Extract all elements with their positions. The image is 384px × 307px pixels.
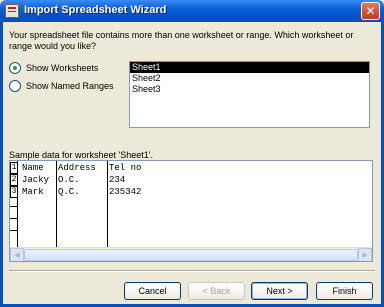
show-worksheets-option[interactable]: Show Worksheets [9,62,98,74]
cancel-button[interactable]: Cancel [124,282,181,300]
grid-cell: Tel no [109,163,142,173]
back-button[interactable]: < Back [188,282,245,300]
grid-cell: 235342 [109,187,142,197]
row-number: 2 [10,174,18,186]
grid-cell: Name [22,163,44,173]
grid-cell: O.C. [58,175,80,185]
column-separator [107,161,108,247]
next-button[interactable]: Next > [251,282,308,300]
finish-button[interactable]: Finish [316,282,373,300]
window-title: Import Spreadsheet Wizard [24,4,167,16]
divider [9,270,375,272]
horizontal-scrollbar[interactable]: ◀ ▶ [10,247,372,261]
intro-text: Your spreadsheet file contains more than… [9,30,354,51]
sample-data-label: Sample data for worksheet 'Sheet1'. [9,150,154,160]
grid-cell: Q.C. [58,187,80,197]
worksheet-item[interactable]: Sheet1 [130,62,369,73]
row-number: 1 [10,162,18,174]
scroll-left-icon[interactable]: ◀ [10,248,24,261]
show-worksheets-radio[interactable] [9,62,21,74]
app-icon [5,4,19,18]
show-worksheets-label: Show Worksheets [26,63,99,73]
grid-cell: 234 [109,175,126,185]
worksheet-item[interactable]: Sheet2 [130,73,369,84]
scroll-right-icon[interactable]: ▶ [358,248,372,261]
sample-data-grid[interactable]: 1 2 3 Name Address Tel no Jacky O.C. 234… [9,160,373,262]
grid-cell: Address [58,163,96,173]
column-separator [56,161,57,247]
row-separator [10,230,18,231]
show-named-ranges-radio[interactable] [9,80,21,92]
worksheet-item[interactable]: Sheet3 [130,84,369,95]
row-separator [10,206,18,207]
row-number: 3 [10,186,18,198]
sample-grid-area: 1 2 3 Name Address Tel no Jacky O.C. 234… [10,161,372,247]
grid-cell: Jacky [22,175,50,185]
title-bar[interactable]: Import Spreadsheet Wizard ✕ [0,0,384,22]
show-named-ranges-option[interactable]: Show Named Ranges [9,80,114,92]
scroll-thumb[interactable] [24,249,358,261]
grid-cell: Mark [22,187,44,197]
show-named-ranges-label: Show Named Ranges [26,81,114,91]
row-separator [10,218,18,219]
close-button[interactable]: ✕ [361,2,380,20]
worksheet-list[interactable]: Sheet1 Sheet2 Sheet3 [129,61,370,128]
